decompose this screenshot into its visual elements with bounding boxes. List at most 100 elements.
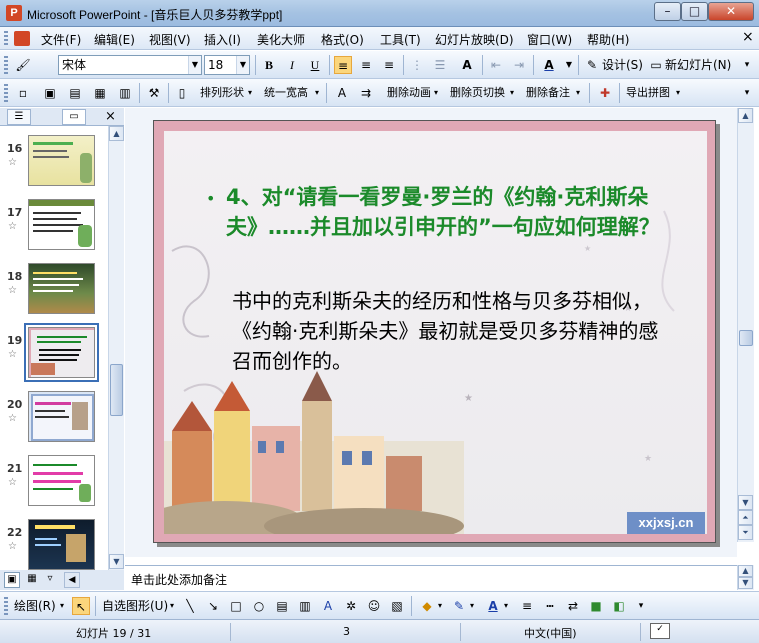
align-center-icon[interactable]: ≡ <box>357 56 375 74</box>
font-size-select[interactable]: 18 ▼ <box>204 55 250 75</box>
chevron-down-icon[interactable]: ▾ <box>510 84 514 102</box>
export-puzzle-button[interactable]: 导出拼图 <box>626 84 670 102</box>
menu-slideshow[interactable]: 幻灯片放映(D) <box>435 31 514 48</box>
delete-notes-button[interactable]: 删除备注 <box>526 84 570 102</box>
chevron-down-icon[interactable]: ▼ <box>188 56 201 74</box>
question-text[interactable]: 4、对“请看一看罗曼·罗兰的《约翰·克利斯朵夫》……并且加以引申开的”一句应如何… <box>226 182 696 242</box>
close-panel-icon[interactable]: × <box>105 109 116 124</box>
scroll-down-icon[interactable]: ▼ <box>738 495 753 510</box>
align-left-icon[interactable]: ≡ <box>334 56 352 74</box>
restore-button[interactable]: □ <box>681 2 708 21</box>
close-document-button[interactable]: × <box>742 29 754 45</box>
scroll-down-icon[interactable]: ▼ <box>738 577 753 589</box>
toolbar-options-icon[interactable]: ▾ <box>738 56 756 74</box>
remove-icon[interactable]: ⇉ <box>357 84 375 102</box>
puzzle-icon[interactable]: ✚ <box>596 84 614 102</box>
scroll-thumb[interactable] <box>110 364 123 416</box>
menu-help[interactable]: 帮助(H) <box>587 31 629 48</box>
uniform-size-button[interactable]: 统一宽高 <box>264 84 308 102</box>
shadow-style-icon[interactable]: ■ <box>587 597 605 615</box>
chevron-down-icon[interactable]: ▾ <box>470 597 474 615</box>
slide-thumbnail[interactable]: 16 ☆ <box>0 128 108 192</box>
chevron-down-icon[interactable]: ▼ <box>236 56 249 74</box>
line-color-icon[interactable]: ✎ <box>450 597 468 615</box>
toolbar-grip[interactable] <box>4 84 8 102</box>
slide-thumbnail[interactable]: 22 ☆ <box>0 512 108 570</box>
menu-window[interactable]: 窗口(W) <box>527 31 572 48</box>
toolbar-options-icon[interactable]: ▾ <box>632 597 650 615</box>
slide-thumbnail[interactable]: 21 ☆ <box>0 448 108 512</box>
chevron-down-icon[interactable]: ▾ <box>434 84 438 102</box>
menu-insert[interactable]: 插入(I) <box>204 31 241 48</box>
line-icon[interactable]: ╲ <box>181 597 199 615</box>
bold-button[interactable]: B <box>260 56 278 74</box>
chevron-down-icon[interactable]: ▾ <box>170 597 174 615</box>
slide-thumbnail[interactable]: 20 ☆ <box>0 384 108 448</box>
chevron-down-icon[interactable]: ▾ <box>60 597 64 615</box>
answer-text[interactable]: 书中的克利斯朵夫的经历和性格与贝多芬相似，《约翰·克利斯朵夫》最初就是受贝多芬精… <box>232 286 672 376</box>
new-doc-icon[interactable]: ▫ <box>14 84 32 102</box>
wordart-icon[interactable]: A <box>319 597 337 615</box>
format-painter-icon[interactable]: 🖌 <box>14 56 32 74</box>
scroll-up-icon[interactable]: ▲ <box>738 108 753 123</box>
arrow-icon[interactable]: ↘ <box>204 597 222 615</box>
text-color-icon[interactable]: A <box>484 597 502 615</box>
delete-transition-button[interactable]: 删除页切换 <box>450 84 505 102</box>
chevron-down-icon[interactable]: ▾ <box>438 597 442 615</box>
chevron-down-icon[interactable]: ▾ <box>676 84 680 102</box>
design-icon[interactable]: ✎ <box>583 56 601 74</box>
insert-picture-icon[interactable]: ▧ <box>388 597 406 615</box>
chevron-down-icon[interactable]: ▼ <box>560 56 578 74</box>
vertical-textbox-icon[interactable]: ▥ <box>296 597 314 615</box>
menu-edit[interactable]: 编辑(E) <box>94 31 135 48</box>
notes-pane[interactable]: 单击此处添加备注 <box>125 565 737 590</box>
increase-indent-icon[interactable]: ⇥ <box>510 56 528 74</box>
slide-thumbnail[interactable]: 18 ☆ <box>0 256 108 320</box>
slides-tab-icon[interactable]: ▭ <box>62 109 86 125</box>
menu-tools[interactable]: 工具(T) <box>380 31 421 48</box>
slide-canvas[interactable]: ★ ★ ★ ★ ★ <box>153 120 716 543</box>
bullets-icon[interactable]: ☰ <box>431 56 449 74</box>
arrow-style-icon[interactable]: ⇄ <box>564 597 582 615</box>
new-slide-icon[interactable]: ▭ <box>647 56 665 74</box>
align-right-icon[interactable]: ≡ <box>380 56 398 74</box>
textbox-icon[interactable]: ▤ <box>273 597 291 615</box>
slide-thumbnail[interactable]: 19 ☆ <box>0 320 108 384</box>
clipart-icon[interactable]: ☺ <box>365 597 383 615</box>
scroll-down-icon[interactable]: ▼ <box>109 554 124 569</box>
line-style-icon[interactable]: ≡ <box>518 597 536 615</box>
thumbnail-scrollbar[interactable]: ▲ ▼ <box>108 126 124 570</box>
chevron-down-icon[interactable]: ▾ <box>315 84 319 102</box>
decrease-indent-icon[interactable]: ⇤ <box>487 56 505 74</box>
scroll-thumb[interactable] <box>739 330 753 346</box>
normal-view-icon[interactable]: ▣ <box>4 572 20 588</box>
menu-file[interactable]: 文件(F) <box>41 31 81 48</box>
chevron-down-icon[interactable]: ▾ <box>248 84 252 102</box>
rectangle-icon[interactable]: □ <box>227 597 245 615</box>
underline-button[interactable]: U <box>306 56 324 74</box>
scroll-up-icon[interactable]: ▲ <box>738 565 753 577</box>
select-pointer-icon[interactable]: ↖ <box>72 597 90 615</box>
fill-color-icon[interactable]: ◆ <box>418 597 436 615</box>
template-icon[interactable]: ▦ <box>91 84 109 102</box>
layout-icon[interactable]: ▥ <box>116 84 134 102</box>
picture-icon[interactable]: ▣ <box>41 84 59 102</box>
arrange-shapes-button[interactable]: 排列形状 <box>200 84 244 102</box>
slideshow-icon[interactable]: ▿ <box>42 572 58 588</box>
toolbar-grip[interactable] <box>4 56 8 74</box>
slide-thumbnail[interactable]: 17 ☆ <box>0 192 108 256</box>
next-slide-icon[interactable]: ⏷ <box>738 525 753 540</box>
doc-icon[interactable] <box>14 31 30 46</box>
document-icon[interactable]: ▯ <box>173 84 191 102</box>
slide-sorter-icon[interactable]: ▦ <box>24 572 40 588</box>
delete-animation-button[interactable]: 删除动画 <box>387 84 431 102</box>
close-button[interactable]: ✕ <box>708 2 754 21</box>
chevron-down-icon[interactable]: ▾ <box>576 84 580 102</box>
new-slide-button[interactable]: 新幻灯片(N) <box>665 56 731 74</box>
spelling-check-icon[interactable]: ✓ <box>650 623 670 639</box>
font-name-select[interactable]: 宋体 ▼ <box>58 55 202 75</box>
magic-wand-icon[interactable]: ⚒ <box>145 84 163 102</box>
font-color-icon[interactable]: A <box>540 56 558 74</box>
diagram-icon[interactable]: ✲ <box>342 597 360 615</box>
toolbar-grip[interactable] <box>4 597 8 615</box>
